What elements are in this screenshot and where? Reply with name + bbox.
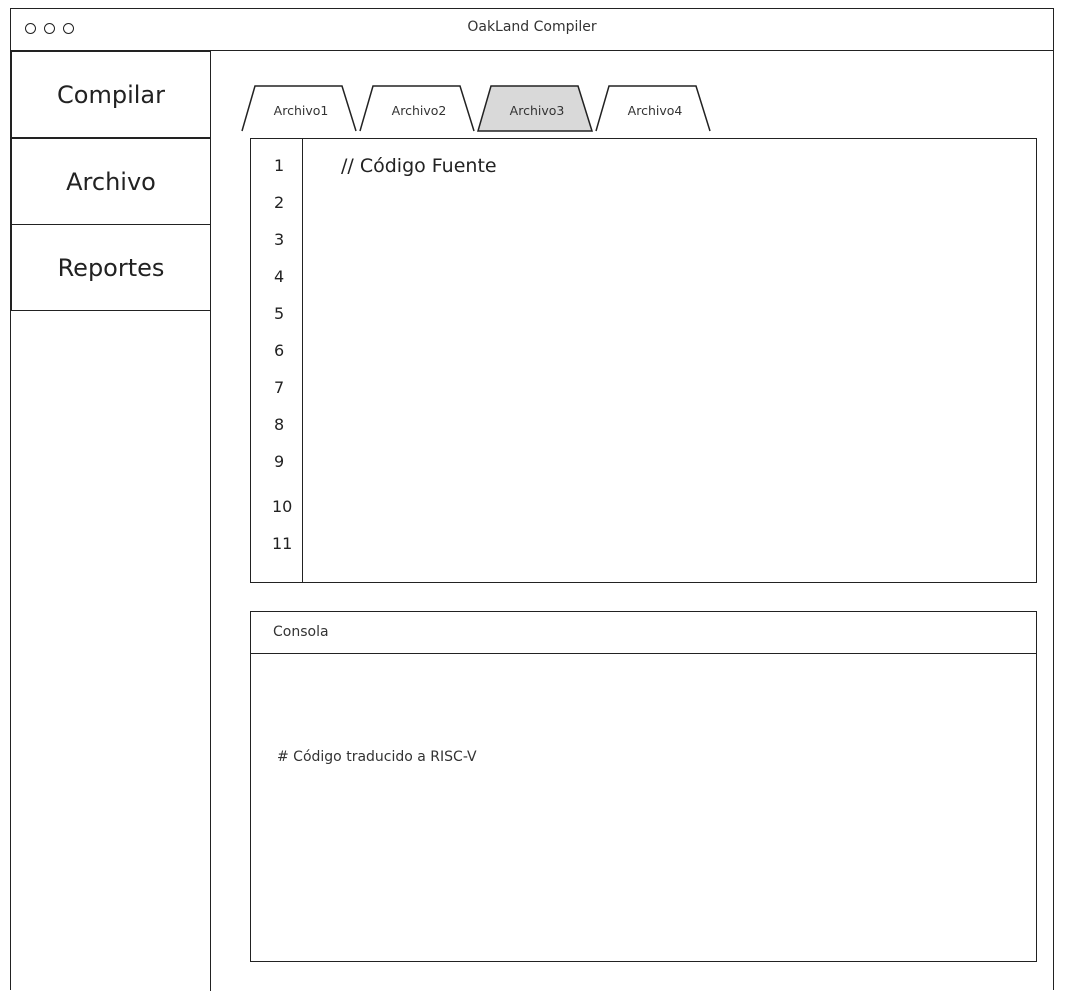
console-header: Consola <box>251 612 1036 654</box>
line-number-gutter: 1 2 3 4 5 6 7 8 9 10 11 <box>251 139 303 582</box>
tab-archivo3-label: Archivo3 <box>509 103 565 118</box>
line-number: 4 <box>274 267 285 286</box>
line-number: 6 <box>274 341 285 360</box>
line-number: 10 <box>272 497 293 516</box>
line-number: 8 <box>274 415 285 434</box>
file-button[interactable]: Archivo <box>11 138 211 225</box>
tab-archivo4-label: Archivo4 <box>627 103 683 118</box>
tab-archivo4[interactable]: Archivo4 <box>594 76 716 132</box>
console-title: Consola <box>273 624 329 640</box>
line-number: 1 <box>274 156 285 175</box>
file-button-label: Archivo <box>66 167 156 196</box>
line-number: 5 <box>274 304 285 323</box>
tab-archivo2-label: Archivo2 <box>391 103 447 118</box>
compile-button[interactable]: Compilar <box>11 51 211 138</box>
compile-button-label: Compilar <box>57 80 165 109</box>
tab-archivo1[interactable]: Archivo1 <box>240 76 362 132</box>
console-output: # Código traducido a RISC-V <box>277 749 477 765</box>
window-title: OakLand Compiler <box>467 19 597 35</box>
line-number: 7 <box>274 378 285 397</box>
tab-archivo1-label: Archivo1 <box>273 103 329 118</box>
code-editor[interactable]: 1 2 3 4 5 6 7 8 9 10 11 // Código Fuente <box>250 138 1037 583</box>
file-tabs: Archivo1 Archivo2 Archivo3 Archivo4 <box>240 76 720 132</box>
title-bar: OakLand Compiler <box>11 9 1053 51</box>
line-number: 2 <box>274 193 285 212</box>
sidebar: Compilar Archivo Reportes <box>11 51 211 991</box>
line-number: 11 <box>272 534 293 553</box>
reports-button[interactable]: Reportes <box>11 224 211 311</box>
tab-archivo3[interactable]: Archivo3 <box>476 76 598 132</box>
console-panel: Consola # Código traducido a RISC-V <box>250 611 1037 962</box>
source-code-text[interactable]: // Código Fuente <box>341 155 497 177</box>
line-number: 3 <box>274 230 285 249</box>
reports-button-label: Reportes <box>57 253 165 282</box>
line-number: 9 <box>274 452 285 471</box>
tab-archivo2[interactable]: Archivo2 <box>358 76 480 132</box>
